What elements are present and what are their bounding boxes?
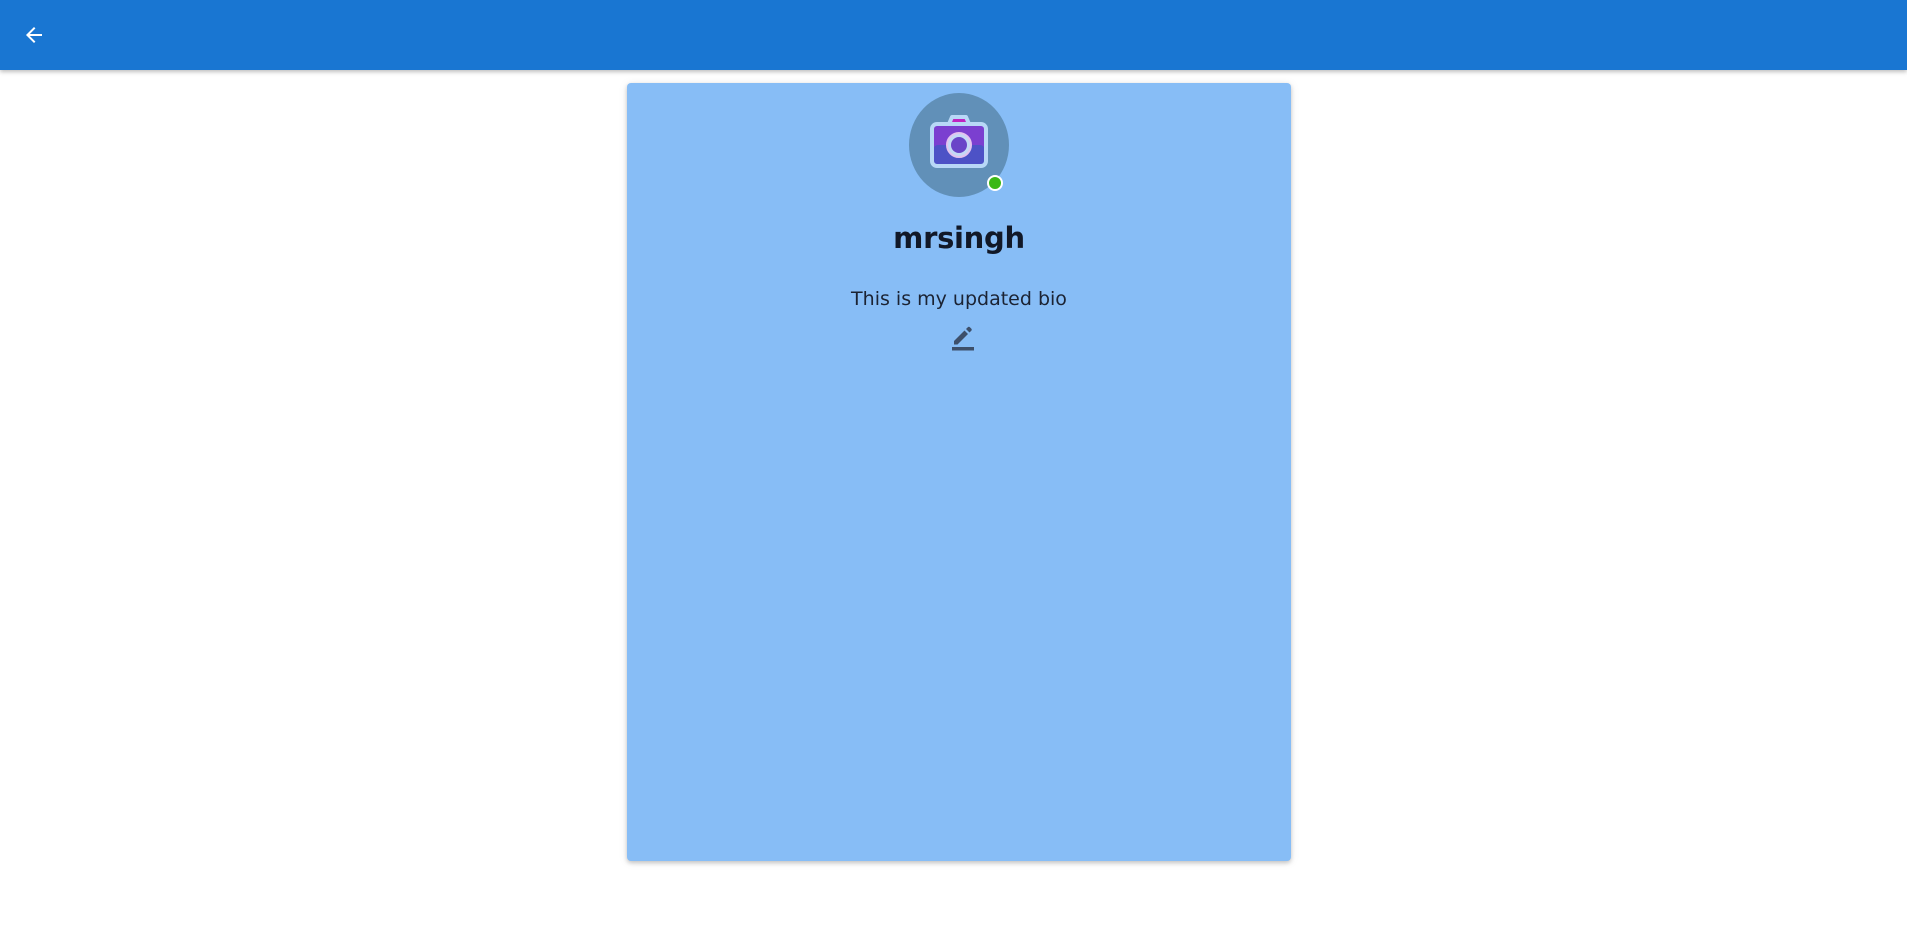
online-status-dot [987, 175, 1003, 191]
arrow-left-icon [26, 27, 42, 43]
edit-pencil-icon [952, 326, 974, 351]
profile-username: mrsingh [893, 221, 1025, 255]
profile-card: mrsingh This is my updated bio [627, 83, 1291, 861]
camera-icon [930, 115, 988, 168]
edit-bio-button[interactable] [947, 319, 979, 355]
back-button[interactable] [16, 17, 52, 53]
avatar-container[interactable] [909, 93, 1009, 197]
app-bar [0, 0, 1907, 70]
profile-bio: This is my updated bio [851, 288, 1067, 310]
